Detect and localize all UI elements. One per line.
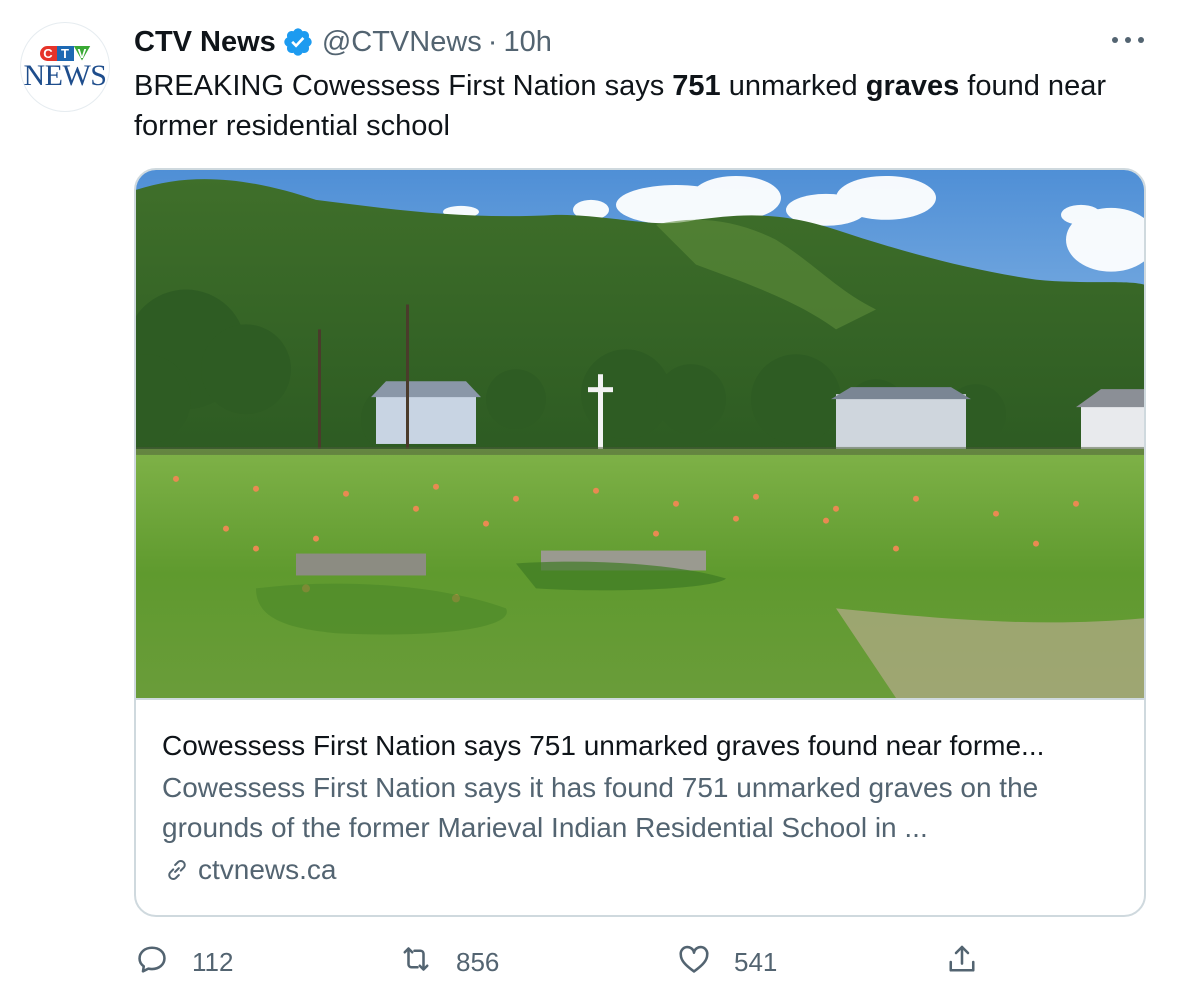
tweet-text-part: BREAKING Cowessess First Nation says [134, 70, 673, 102]
card-image [136, 170, 1144, 700]
author-name[interactable]: CTV News [134, 26, 276, 59]
reply-count: 112 [192, 946, 234, 977]
retweet-button[interactable]: 856 [398, 940, 499, 984]
like-button[interactable]: 541 [676, 940, 777, 984]
tweet-text-bold: 751 [672, 70, 721, 102]
card-domain-text: ctvnews.ca [198, 854, 337, 885]
retweet-count: 856 [456, 946, 500, 977]
more-dot [1138, 37, 1144, 43]
like-count: 541 [734, 946, 778, 977]
link-card[interactable]: Cowessess First Nation says 751 unmarked… [134, 168, 1146, 917]
logo-news-text: NEWS [23, 59, 108, 92]
verified-badge-icon [282, 26, 314, 58]
tweet-header: CTV News @CTVNews · 10h [134, 24, 552, 60]
like-icon [676, 941, 712, 984]
more-dot [1112, 37, 1118, 43]
card-title: Cowessess First Nation says 751 unmarked… [162, 730, 1045, 761]
tweet-text-bold: graves [865, 70, 960, 102]
tweet-text: BREAKING Cowessess First Nation says 751… [134, 66, 1164, 146]
card-description: Cowessess First Nation says it has found… [162, 772, 1039, 843]
tweet-text-part: unmarked [720, 70, 866, 102]
separator-dot: · [487, 25, 498, 58]
more-dot [1125, 37, 1131, 43]
share-button[interactable] [944, 940, 980, 984]
tweet-timestamp[interactable]: 10h [503, 26, 551, 59]
card-domain: ctvnews.ca [162, 854, 1118, 886]
link-icon [162, 855, 192, 885]
avatar[interactable]: C T V NEWS [20, 22, 110, 112]
reply-icon [134, 941, 170, 984]
retweet-icon [398, 941, 434, 984]
reply-button[interactable]: 112 [134, 940, 233, 984]
more-icon[interactable] [1112, 28, 1144, 52]
share-icon [944, 941, 980, 984]
author-handle[interactable]: @CTVNews [322, 26, 482, 59]
action-bar: 112 856 541 [134, 940, 994, 984]
